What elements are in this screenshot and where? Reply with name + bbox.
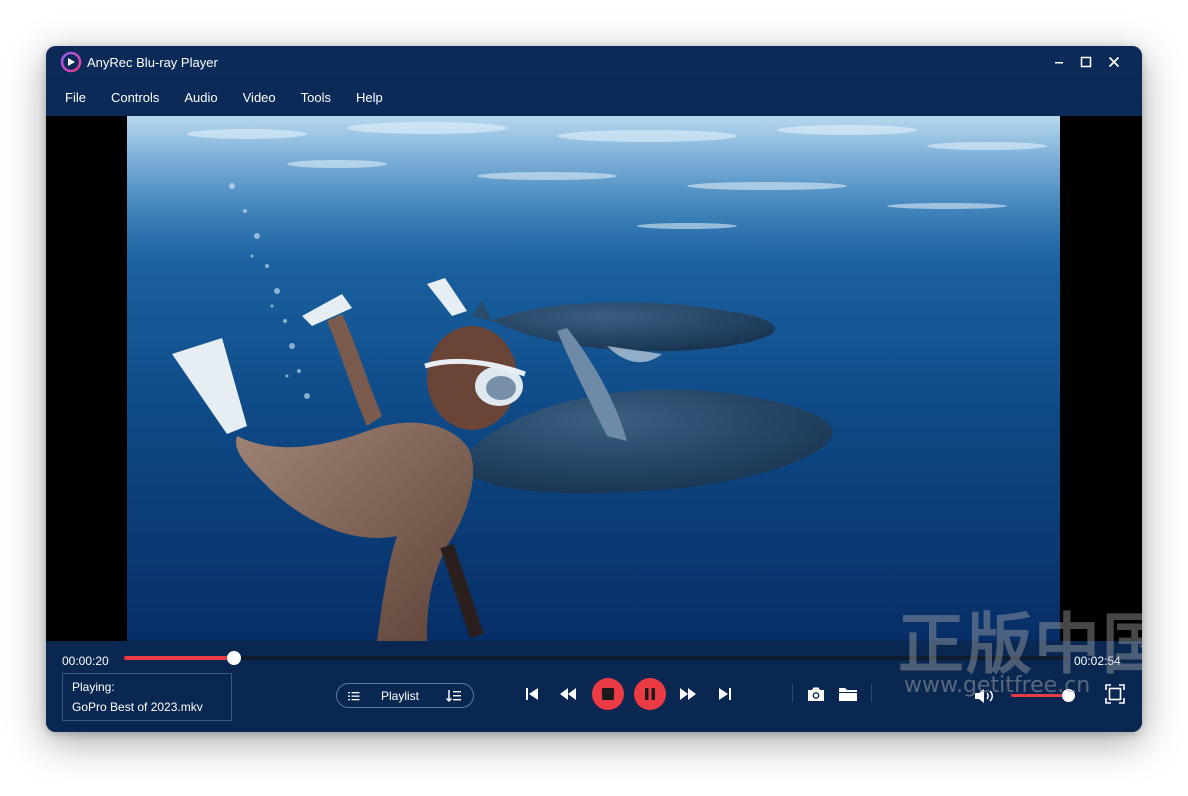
fullscreen-icon <box>1105 684 1125 704</box>
menu-video[interactable]: Video <box>243 90 276 105</box>
stop-button[interactable] <box>592 678 624 710</box>
playlist-button[interactable]: Playlist <box>336 683 474 708</box>
now-playing-file: GoPro Best of 2023.mkv <box>72 700 203 714</box>
close-button[interactable] <box>1102 50 1126 74</box>
camera-icon <box>808 687 824 701</box>
maximize-icon <box>1080 56 1092 68</box>
list-icon <box>348 692 360 701</box>
sort-icon[interactable] <box>446 689 462 703</box>
rewind-button[interactable] <box>556 684 580 704</box>
volume-button[interactable] <box>972 686 998 706</box>
pause-icon <box>645 688 655 700</box>
title-bar: AnyRec Blu-ray Player <box>46 46 1142 78</box>
controls-panel: 00:00:20 00:02:54 Playing: GoPro Best of… <box>46 641 1142 732</box>
stop-icon <box>602 688 614 700</box>
fast-forward-button[interactable] <box>676 684 700 704</box>
close-icon <box>1108 56 1120 68</box>
open-folder-button[interactable] <box>836 683 860 705</box>
rewind-icon <box>560 688 576 700</box>
minimize-button[interactable] <box>1047 50 1071 74</box>
maximize-button[interactable] <box>1074 50 1098 74</box>
separator <box>871 684 872 702</box>
seek-handle[interactable] <box>226 651 241 665</box>
player-window: AnyRec Blu-ray Player File Controls Audi… <box>46 46 1142 732</box>
fast-forward-icon <box>680 688 696 700</box>
snapshot-button[interactable] <box>804 683 828 705</box>
now-playing-box: Playing: GoPro Best of 2023.mkv <box>62 673 232 721</box>
app-logo-icon <box>60 51 82 73</box>
seek-bar[interactable] <box>124 651 1068 665</box>
menu-bar: File Controls Audio Video Tools Help <box>46 79 1142 116</box>
playlist-label: Playlist <box>381 689 420 703</box>
previous-icon <box>526 688 538 700</box>
minimize-icon <box>1055 62 1063 64</box>
video-area[interactable] <box>46 116 1142 641</box>
next-button[interactable] <box>715 684 735 704</box>
video-frame[interactable] <box>127 116 1060 641</box>
separator <box>792 684 793 702</box>
now-playing-label: Playing: <box>72 680 115 694</box>
fullscreen-button[interactable] <box>1104 683 1126 705</box>
menu-file[interactable]: File <box>65 90 86 105</box>
volume-icon <box>975 689 993 703</box>
window-title: AnyRec Blu-ray Player <box>87 55 218 70</box>
menu-controls[interactable]: Controls <box>111 90 159 105</box>
folder-icon <box>839 688 857 701</box>
total-time: 00:02:54 <box>1074 654 1121 668</box>
menu-help[interactable]: Help <box>356 90 383 105</box>
next-icon <box>719 688 731 700</box>
menu-audio[interactable]: Audio <box>184 90 217 105</box>
current-time: 00:00:20 <box>62 654 109 668</box>
previous-button[interactable] <box>522 684 542 704</box>
seek-progress <box>124 656 234 660</box>
volume-handle[interactable] <box>1062 689 1075 702</box>
pause-button[interactable] <box>634 678 666 710</box>
menu-tools[interactable]: Tools <box>301 90 331 105</box>
